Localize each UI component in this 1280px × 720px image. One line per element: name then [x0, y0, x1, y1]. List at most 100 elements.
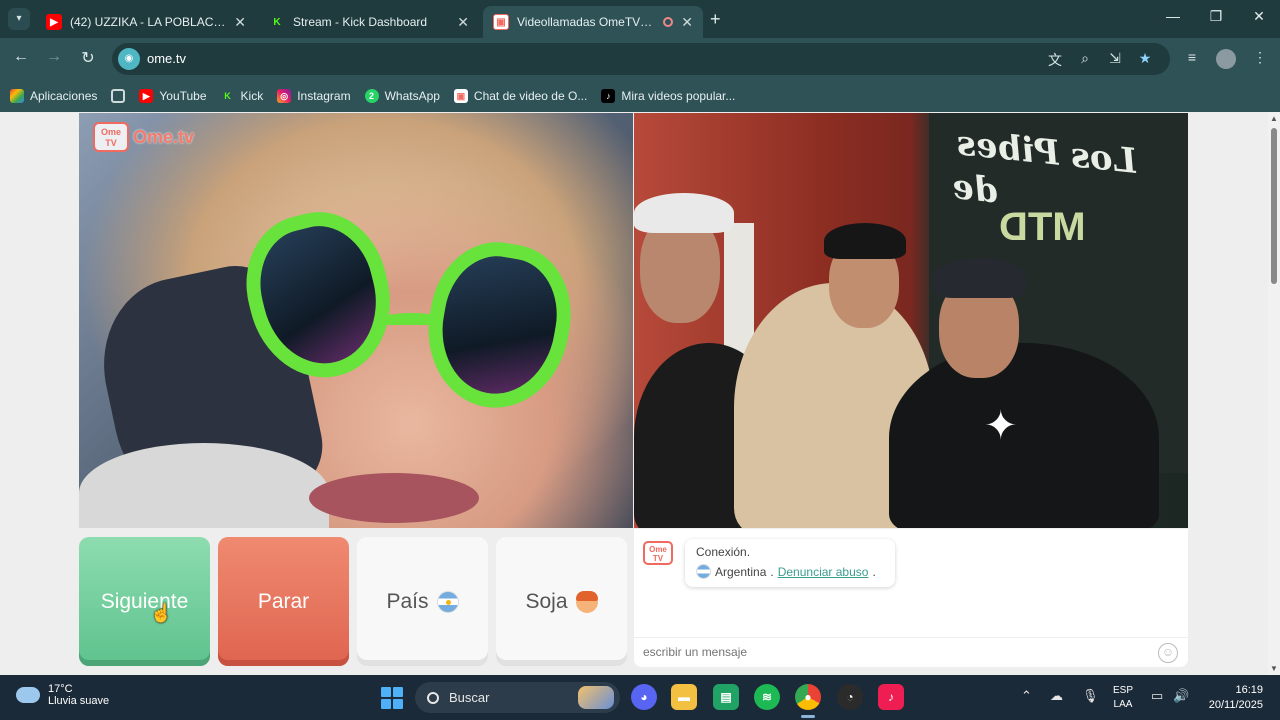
- rain-cloud-icon: [16, 687, 40, 703]
- argentina-flag-icon: [436, 590, 459, 613]
- chat-input-bar: ☺: [634, 637, 1188, 667]
- connection-message: Conexión. Argentina . Denunciar abuso.: [685, 539, 895, 587]
- volume-icon[interactable]: 🔊: [1173, 688, 1189, 704]
- restore-icon[interactable]: ❐: [1201, 8, 1231, 25]
- media-controls-icon[interactable]: ≡: [1181, 49, 1203, 65]
- spotify-icon[interactable]: ≋: [754, 684, 780, 710]
- recording-icon: [663, 17, 674, 27]
- message-input[interactable]: [643, 645, 1143, 659]
- url-text[interactable]: ome.tv: [147, 51, 186, 66]
- country-name: Argentina: [715, 564, 767, 579]
- report-abuse-link[interactable]: Denunciar abuso: [778, 565, 869, 579]
- discord-icon[interactable]: ◕: [631, 684, 657, 710]
- install-app-icon[interactable]: ⇲: [1105, 50, 1125, 67]
- clock-time: 16:19: [1235, 684, 1263, 696]
- bookmark-whatsapp[interactable]: 2 WhatsApp: [364, 89, 440, 103]
- bookmark-star-icon[interactable]: ★: [1135, 50, 1155, 67]
- gender-button[interactable]: Soja: [496, 537, 627, 666]
- kick-icon: K: [224, 91, 231, 101]
- bookmark-label: YouTube: [159, 89, 207, 103]
- site-info-icon[interactable]: ◉: [118, 48, 140, 70]
- bookmark-label: Chat de video de O...: [473, 89, 588, 103]
- bookmark-apps[interactable]: Aplicaciones: [10, 89, 97, 103]
- tab-ometv[interactable]: ▣ Videollamadas OmeTV — A ✕: [483, 6, 703, 38]
- microphone-icon[interactable]: 🎙: [1082, 688, 1099, 704]
- bookmark-label: WhatsApp: [384, 89, 440, 103]
- onedrive-cloud-icon[interactable]: ☁: [1050, 688, 1063, 704]
- hand-cursor-icon: ☝: [150, 603, 173, 623]
- whatsapp-icon: 2: [364, 89, 379, 103]
- file-explorer-icon[interactable]: ▬: [671, 684, 697, 710]
- scroll-down-icon[interactable]: ▼: [1270, 664, 1278, 673]
- weather-desc: Lluvia suave: [48, 695, 110, 707]
- scroll-thumb[interactable]: [1271, 128, 1277, 284]
- back-icon[interactable]: ←: [9, 48, 33, 66]
- scroll-up-icon[interactable]: ▲: [1270, 114, 1278, 123]
- menu-kebab-icon[interactable]: ⋮: [1249, 49, 1271, 66]
- browser-tab-bar: ▾ ▶ (42) UZZIKA - LA POBLACION F ✕ K Str…: [0, 0, 1280, 38]
- profile-avatar[interactable]: [1216, 49, 1236, 69]
- language-line2: LAA: [1113, 699, 1133, 710]
- weather-widget[interactable]: 17°C Lluvia suave: [16, 683, 109, 707]
- close-tab-icon[interactable]: ✕: [234, 14, 246, 31]
- address-bar[interactable]: ◉ ome.tv 文 ⌕ ⇲ ★: [112, 43, 1170, 75]
- close-window-icon[interactable]: ✕: [1244, 8, 1274, 25]
- tab-title: Stream - Kick Dashboard: [293, 15, 428, 29]
- glasses-lens-right: [415, 232, 583, 419]
- bookmark-instagram[interactable]: ◎ Instagram: [277, 89, 351, 103]
- person-1-cap: [634, 193, 734, 233]
- kick-icon: K: [269, 14, 285, 30]
- network-icon[interactable]: ▭: [1151, 688, 1163, 704]
- next-button-label: Siguiente: [100, 589, 189, 613]
- local-video: [79, 113, 633, 528]
- bookmark-ometv[interactable]: ▣ Chat de video de O...: [453, 89, 588, 103]
- zoom-icon[interactable]: ⌕: [1075, 50, 1095, 67]
- language-indicator[interactable]: ESP LAA: [1113, 684, 1133, 712]
- clock[interactable]: 16:19 20/11/2025: [1203, 683, 1263, 713]
- forward-icon[interactable]: →: [42, 48, 66, 66]
- country-button-label: País: [386, 589, 429, 613]
- tab-search-chevron-icon[interactable]: ▾: [8, 8, 30, 30]
- search-highlight-image: [578, 686, 614, 709]
- tray-overflow-icon[interactable]: ⌃: [1021, 688, 1032, 704]
- tab-title: Videollamadas OmeTV — A: [517, 15, 656, 29]
- spreadsheet-app-icon[interactable]: ▤: [713, 684, 739, 710]
- bookmark-kick[interactable]: K Kick: [221, 89, 263, 103]
- windows-start-icon[interactable]: [381, 687, 403, 709]
- apps-grid-icon: [10, 89, 24, 103]
- obs-icon[interactable]: ◔: [837, 684, 863, 710]
- bookmark-youtube[interactable]: ▶ YouTube: [139, 89, 207, 103]
- bookmark-tab-groups[interactable]: [111, 89, 126, 103]
- connection-label: Conexión.: [696, 545, 751, 559]
- person-2-cap: [824, 223, 906, 259]
- emoji-icon[interactable]: ☺: [1158, 643, 1178, 663]
- stop-button[interactable]: Parar: [218, 537, 349, 666]
- search-label: Buscar: [449, 690, 490, 705]
- minimize-icon[interactable]: —: [1158, 8, 1188, 24]
- taskbar-search[interactable]: Buscar: [415, 682, 620, 713]
- bookmark-tiktok[interactable]: ♪ Mira videos popular...: [601, 89, 735, 103]
- chat-panel: Ome TV Conexión. Argentina . Denunciar a…: [634, 529, 1188, 667]
- youtube-icon: ▶: [46, 14, 62, 30]
- close-tab-icon[interactable]: ✕: [457, 14, 469, 31]
- mouth-shape: [309, 473, 479, 523]
- translate-icon[interactable]: 文: [1045, 50, 1065, 70]
- reload-icon[interactable]: ↻: [76, 48, 100, 68]
- tab-youtube[interactable]: ▶ (42) UZZIKA - LA POBLACION F ✕: [36, 6, 256, 38]
- page-scrollbar[interactable]: ▲ ▼: [1268, 112, 1280, 675]
- tab-kick[interactable]: K Stream - Kick Dashboard ✕: [259, 6, 479, 38]
- next-button[interactable]: Siguiente: [79, 537, 210, 666]
- boy-face-icon: [575, 590, 598, 613]
- bookmark-label: Instagram: [297, 89, 351, 103]
- ometv-chat-logo-icon: Ome TV: [643, 541, 673, 565]
- tiktok-live-icon[interactable]: ♪: [878, 684, 904, 710]
- new-tab-icon[interactable]: +: [710, 9, 721, 30]
- active-app-indicator: [801, 715, 815, 718]
- search-icon: [427, 691, 439, 704]
- close-tab-icon[interactable]: ✕: [681, 14, 693, 31]
- gender-button-label: Soja: [525, 589, 568, 613]
- country-button[interactable]: País: [357, 537, 488, 666]
- remote-video: Los Pibes de MTD ✦: [634, 113, 1188, 528]
- green-glasses: [231, 198, 609, 419]
- chrome-icon[interactable]: ●: [795, 684, 821, 710]
